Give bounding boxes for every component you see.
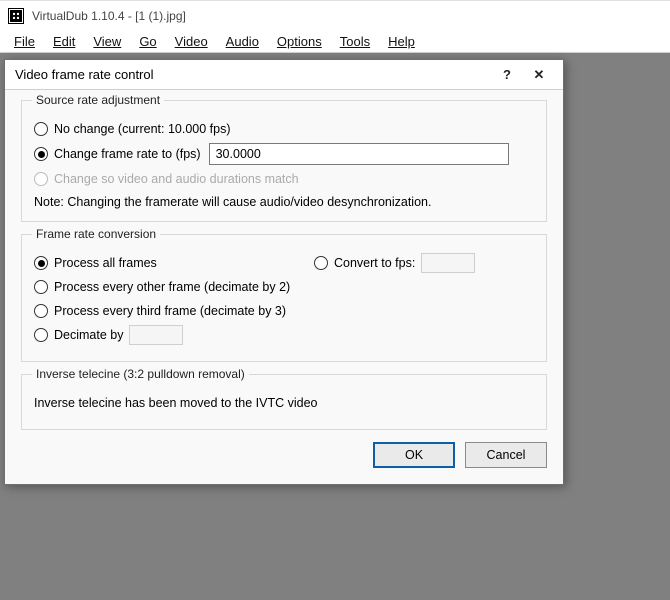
convert-to-fps-input[interactable] — [421, 253, 475, 273]
dialog-titlebar: Video frame rate control ? ✕ — [5, 60, 563, 90]
radio-change-fps[interactable] — [34, 147, 48, 161]
ok-button[interactable]: OK — [373, 442, 455, 468]
menu-options[interactable]: Options — [269, 32, 330, 51]
decimate-by-input[interactable] — [129, 325, 183, 345]
menu-help[interactable]: Help — [380, 32, 423, 51]
change-fps-input[interactable] — [209, 143, 509, 165]
help-icon[interactable]: ? — [491, 63, 523, 87]
radio-no-change[interactable] — [34, 122, 48, 136]
menu-edit[interactable]: Edit — [45, 32, 83, 51]
group-ivtc: Inverse telecine (3:2 pulldown removal) … — [21, 374, 547, 430]
frame-rate-dialog: Video frame rate control ? ✕ Source rate… — [4, 59, 564, 485]
radio-match-durations — [34, 172, 48, 186]
radio-every-third[interactable] — [34, 304, 48, 318]
group-legend: Inverse telecine (3:2 pulldown removal) — [32, 367, 249, 381]
radio-convert-to-fps-label: Convert to fps: — [334, 256, 415, 270]
menubar: File Edit View Go Video Audio Options To… — [0, 31, 670, 53]
cancel-button-label: Cancel — [487, 448, 526, 462]
radio-process-all[interactable] — [34, 256, 48, 270]
group-frame-rate-conversion: Frame rate conversion Process all frames… — [21, 234, 547, 362]
app-icon — [8, 8, 24, 24]
group-legend: Source rate adjustment — [32, 93, 164, 107]
cancel-button[interactable]: Cancel — [465, 442, 547, 468]
source-rate-note: Note: Changing the framerate will cause … — [34, 195, 534, 209]
main-window-titlebar: VirtualDub 1.10.4 - [1 (1).jpg] — [0, 1, 670, 31]
radio-convert-to-fps[interactable] — [314, 256, 328, 270]
radio-match-durations-label: Change so video and audio durations matc… — [54, 172, 299, 186]
menu-go[interactable]: Go — [131, 32, 164, 51]
close-icon[interactable]: ✕ — [523, 63, 555, 87]
menu-file[interactable]: File — [6, 32, 43, 51]
radio-decimate-by-label: Decimate by — [54, 328, 123, 342]
radio-no-change-label: No change (current: 10.000 fps) — [54, 122, 231, 136]
radio-process-all-label: Process all frames — [54, 256, 157, 270]
menu-video[interactable]: Video — [167, 32, 216, 51]
radio-every-other[interactable] — [34, 280, 48, 294]
main-window-title: VirtualDub 1.10.4 - [1 (1).jpg] — [32, 9, 186, 23]
group-source-rate: Source rate adjustment No change (curren… — [21, 100, 547, 222]
menu-audio[interactable]: Audio — [218, 32, 267, 51]
radio-every-third-label: Process every third frame (decimate by 3… — [54, 304, 286, 318]
ok-button-label: OK — [405, 448, 423, 462]
radio-every-other-label: Process every other frame (decimate by 2… — [54, 280, 290, 294]
radio-change-fps-label: Change frame rate to (fps) — [54, 147, 201, 161]
ivtc-message: Inverse telecine has been moved to the I… — [34, 396, 318, 410]
menu-tools[interactable]: Tools — [332, 32, 378, 51]
group-legend: Frame rate conversion — [32, 227, 160, 241]
radio-decimate-by[interactable] — [34, 328, 48, 342]
dialog-title: Video frame rate control — [15, 67, 491, 82]
menu-view[interactable]: View — [85, 32, 129, 51]
